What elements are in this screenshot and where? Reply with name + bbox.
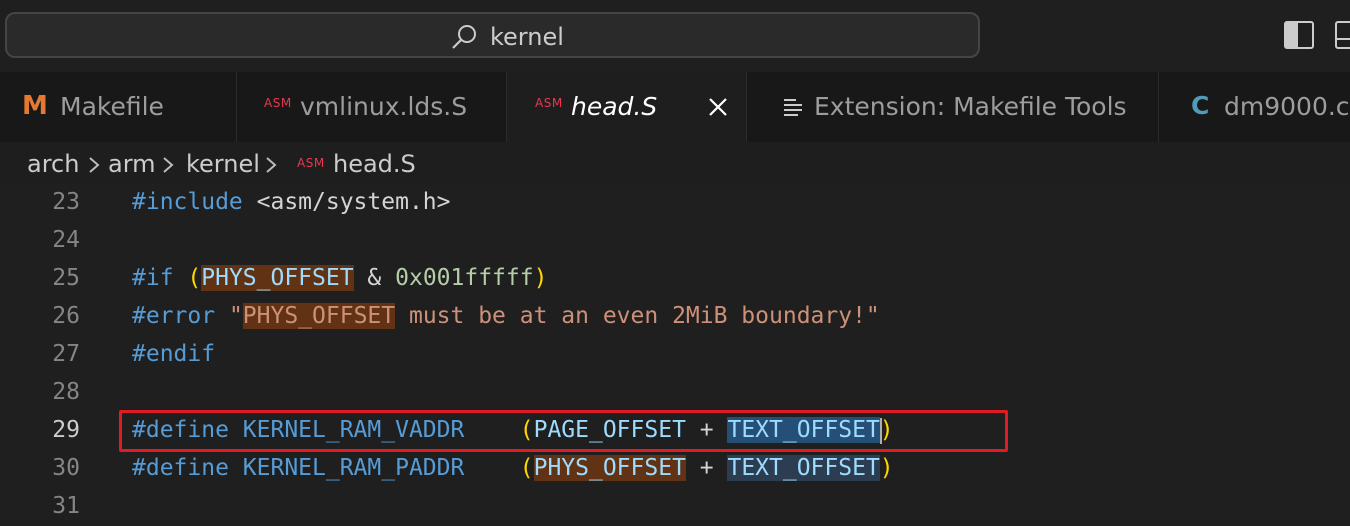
breadcrumb-item-file[interactable]: head.S — [333, 150, 416, 178]
tab-vmlinux-lds[interactable]: ASM vmlinux.lds.S — [237, 72, 507, 142]
tab-label: dm9000.c — [1224, 92, 1350, 121]
tab-label: Makefile — [60, 92, 164, 121]
list-icon — [784, 99, 802, 116]
breadcrumb-item-kernel[interactable]: kernel — [186, 150, 260, 178]
line-number: 24 — [52, 227, 80, 253]
asm-icon: ASM — [535, 96, 563, 110]
code-line: 27 #endif — [0, 336, 1350, 374]
line-number: 27 — [52, 341, 80, 367]
code-editor[interactable]: 23 #include <asm/system.h> 24 25 #if (PH… — [0, 184, 1350, 526]
close-icon[interactable] — [705, 94, 731, 120]
search-text: kernel — [490, 23, 564, 51]
code-text: #error "PHYS_OFFSET must be at an even 2… — [132, 303, 880, 329]
tab-label: Extension: Makefile Tools — [814, 92, 1127, 121]
line-number: 30 — [52, 455, 80, 481]
makefile-icon: M — [22, 91, 48, 121]
search-icon — [452, 25, 476, 49]
asm-icon: ASM — [297, 156, 325, 170]
tab-extension-makefile-tools[interactable]: Extension: Makefile Tools — [747, 72, 1159, 142]
code-line: 24 — [0, 222, 1350, 260]
line-number: 25 — [52, 265, 80, 291]
code-text: #define KERNEL_RAM_PADDR (PHYS_OFFSET + … — [132, 455, 894, 481]
code-line: 25 #if (PHYS_OFFSET & 0x001fffff) — [0, 260, 1350, 298]
line-number: 29 — [52, 417, 80, 443]
toggle-panel-icon[interactable] — [1334, 19, 1350, 51]
code-text: #if (PHYS_OFFSET & 0x001fffff) — [132, 265, 548, 291]
code-line: 23 #include <asm/system.h> — [0, 184, 1350, 222]
code-line: 26 #error "PHYS_OFFSET must be at an eve… — [0, 298, 1350, 336]
annotation-highlight-box — [119, 410, 1008, 452]
breadcrumb-item-arch[interactable]: arch — [27, 150, 79, 178]
command-center-search[interactable]: kernel — [5, 12, 980, 58]
chevron-right-icon — [163, 157, 174, 173]
code-line: 31 — [0, 488, 1350, 526]
breadcrumb-item-arm[interactable]: arm — [108, 150, 156, 178]
c-file-icon: C — [1191, 91, 1210, 120]
code-line: 30 #define KERNEL_RAM_PADDR (PHYS_OFFSET… — [0, 450, 1350, 488]
line-number: 28 — [52, 379, 80, 405]
chevron-right-icon — [266, 157, 277, 173]
tab-makefile[interactable]: M Makefile — [0, 72, 237, 142]
chevron-right-icon — [89, 157, 100, 173]
tab-head-s[interactable]: ASM head.S — [507, 72, 747, 142]
code-line: 28 — [0, 374, 1350, 412]
tab-label: vmlinux.lds.S — [300, 92, 468, 121]
tab-label: head.S — [571, 92, 658, 121]
editor-tab-bar: M Makefile ASM vmlinux.lds.S ASM head.S … — [0, 72, 1350, 142]
line-number: 23 — [52, 189, 80, 215]
line-number: 31 — [52, 493, 80, 519]
asm-icon: ASM — [264, 96, 292, 110]
code-text: #endif — [132, 341, 216, 367]
code-text: #include <asm/system.h> — [132, 189, 451, 215]
breadcrumb: arch arm kernel ASM head.S — [0, 142, 1350, 184]
title-bar: kernel — [0, 0, 1350, 72]
tab-dm9000-c[interactable]: C dm9000.c — [1159, 72, 1350, 142]
line-number: 26 — [52, 303, 80, 329]
toggle-sidebar-icon[interactable] — [1283, 19, 1315, 51]
